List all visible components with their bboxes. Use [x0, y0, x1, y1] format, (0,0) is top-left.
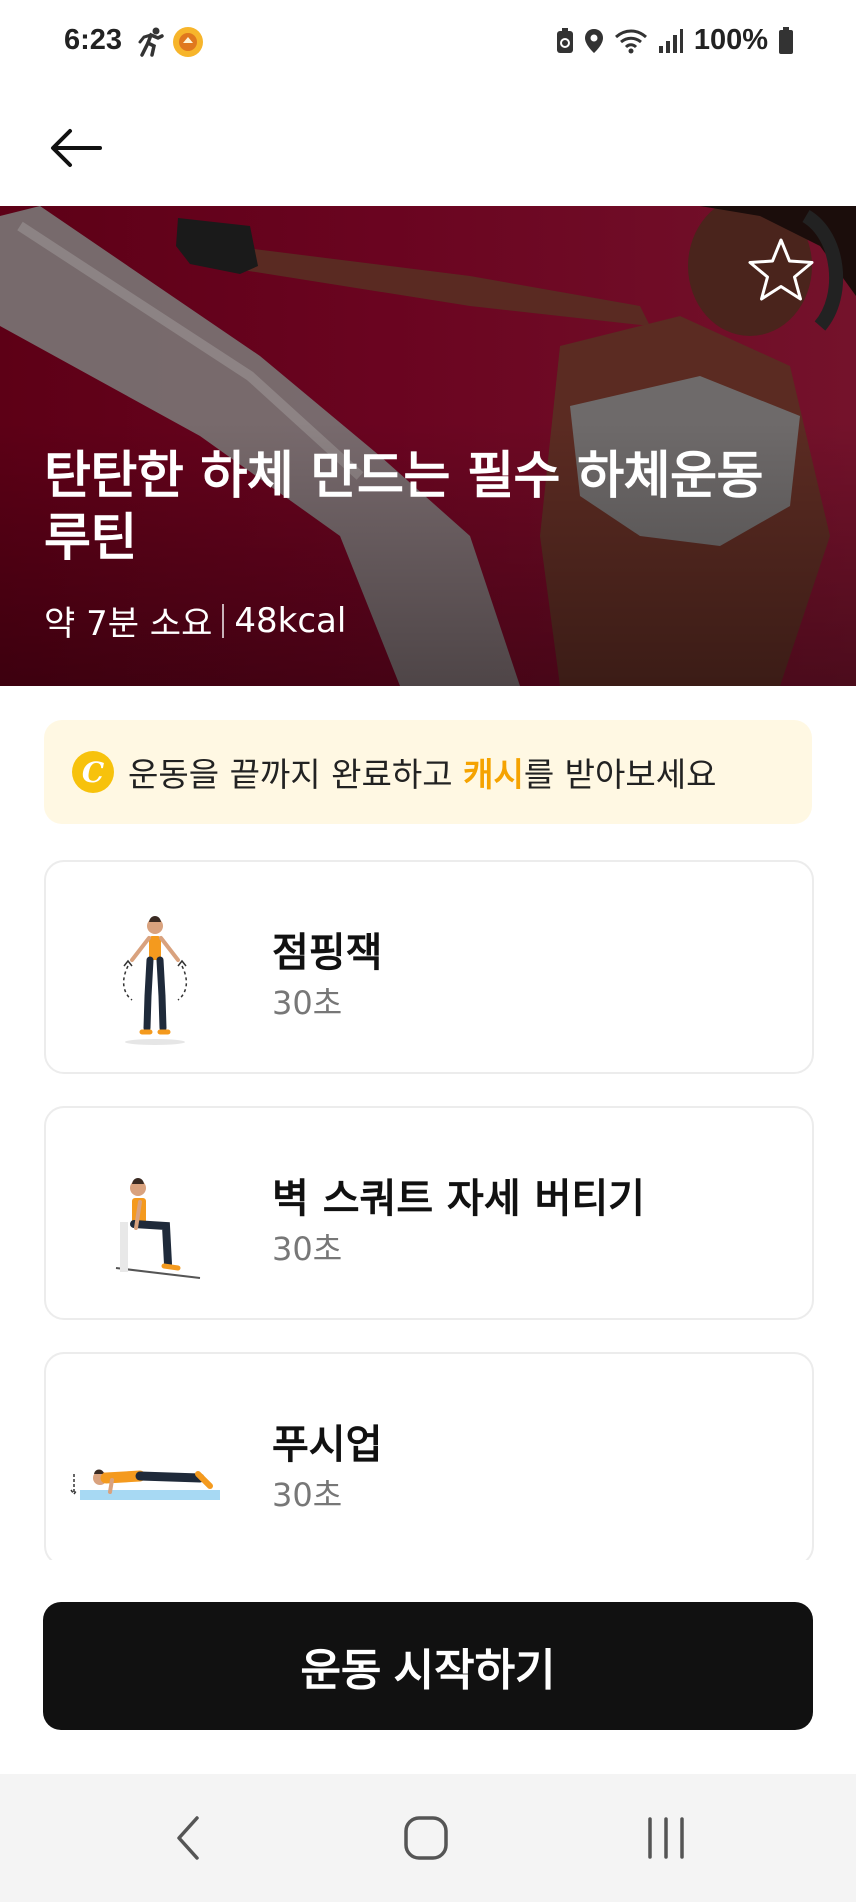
routine-duration: 약 7분 소요: [44, 604, 213, 644]
app-coin-icon: [173, 27, 203, 57]
nav-home-icon: [404, 1816, 448, 1860]
cash-coin-icon: C: [72, 751, 114, 793]
exercise-name: 점핑잭: [272, 930, 383, 976]
cash-text-after: 를 받아보세요: [523, 755, 717, 794]
exercise-duration: 30초: [272, 1230, 343, 1268]
runner-icon: [138, 27, 164, 57]
cash-reward-banner: C 운동을 끝까지 완료하고 캐시를 받아보세요: [44, 720, 812, 824]
signal-icon: [658, 28, 683, 53]
meta-divider: [222, 603, 225, 638]
location-icon: [584, 28, 603, 53]
wall-sit-figure: [115, 1178, 201, 1279]
push-up-figure: [70, 1469, 220, 1500]
routine-calories: 48kcal: [234, 600, 347, 641]
status-time: 6:23: [64, 24, 123, 56]
app-bar: [0, 90, 856, 206]
start-workout-button[interactable]: 운동 시작하기: [43, 1602, 813, 1730]
back-button[interactable]: [44, 116, 108, 180]
nav-home-button[interactable]: [386, 1808, 466, 1868]
exercise-card-wall-sit[interactable]: 벽 스쿼트 자세 버티기 30초: [44, 1106, 814, 1320]
status-left-icons: [136, 26, 204, 58]
routine-meta: 약 7분 소요 48kcal: [44, 596, 346, 645]
cash-highlight: 캐시: [463, 755, 524, 794]
exercise-duration: 30초: [272, 1476, 343, 1514]
cash-text-before: 운동을 끝까지 완료하고: [128, 755, 464, 794]
hero-banner: 탄탄한 하체 만드는 필수 하체운동 루틴 약 7분 소요 48kcal: [0, 206, 856, 686]
exercise-card-push-up[interactable]: 푸시업 30초: [44, 1352, 814, 1560]
battery-icon: [779, 26, 793, 54]
exercise-list[interactable]: 점핑잭 30초 벽 스쿼트 자세 버티기 30초 푸시업 30초: [44, 860, 814, 1560]
nav-back-button[interactable]: [148, 1808, 228, 1868]
status-right-icons: 100%: [556, 24, 794, 57]
nav-recents-icon: [648, 1817, 684, 1859]
battery-saver-icon: [556, 27, 573, 53]
star-outline-icon: [748, 238, 814, 301]
exercise-name: 벽 스쿼트 자세 버티기: [272, 1176, 645, 1222]
exercise-name: 푸시업: [272, 1422, 383, 1468]
routine-title: 탄탄한 하체 만드는 필수 하체운동 루틴: [44, 447, 763, 568]
cash-banner-text: 운동을 끝까지 완료하고 캐시를 받아보세요: [128, 748, 716, 796]
nav-recents-button[interactable]: [626, 1808, 706, 1868]
favorite-button[interactable]: [746, 236, 816, 306]
status-bar: 6:23 100%: [0, 0, 856, 90]
exercise-duration: 30초: [272, 984, 343, 1022]
battery-percent: 100%: [693, 24, 768, 56]
system-nav-bar: [0, 1774, 856, 1902]
nav-back-icon: [177, 1816, 199, 1860]
arrow-left-icon: [51, 129, 102, 167]
exercise-card-jumping-jack[interactable]: 점핑잭 30초: [44, 860, 814, 1074]
wifi-icon: [614, 29, 647, 53]
jumping-jack-figure: [122, 916, 188, 1045]
